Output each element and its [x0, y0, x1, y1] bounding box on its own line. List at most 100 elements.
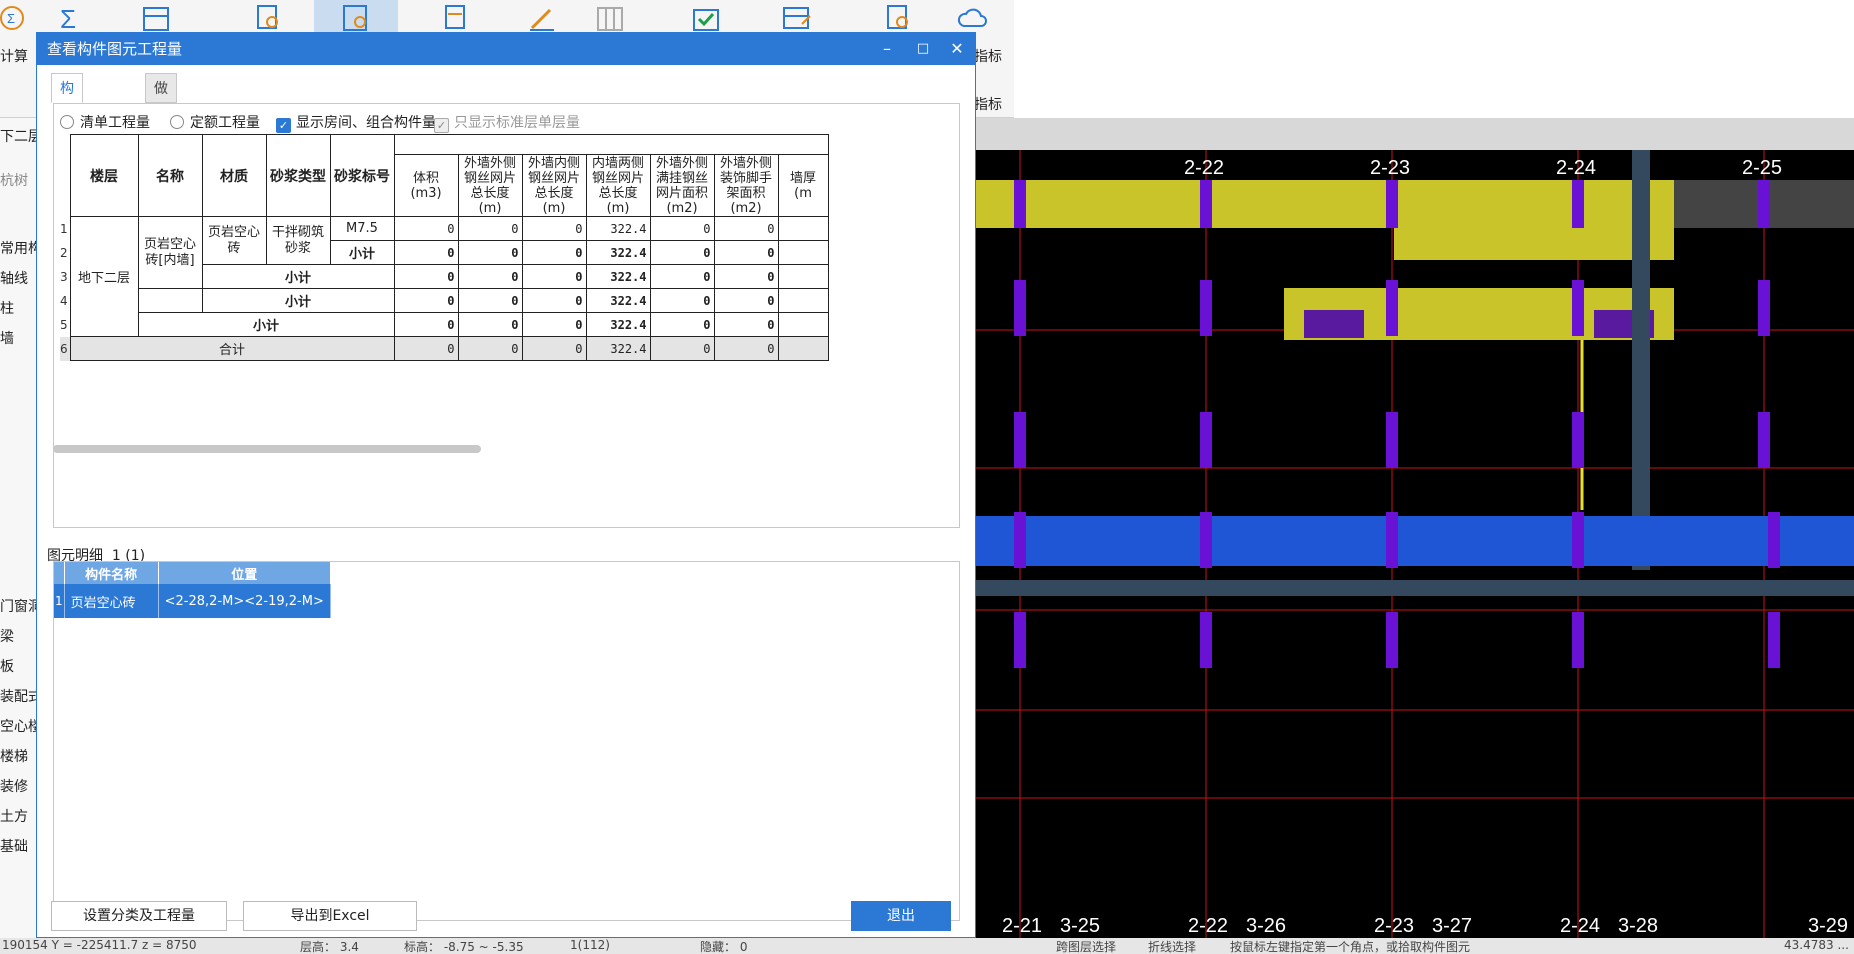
header-ext-full-mesh-area: 外墙外侧满挂钢丝网片面积(m2)	[649, 154, 715, 217]
detail-table: 构件名称 位置 1 页岩空心砖 <2-28,2-M><2-19,2-M>	[54, 562, 331, 618]
table-row-total[interactable]: 6 合计 0 0 0 322.4 0 0	[60, 336, 829, 361]
status-bar: 190154 Y = -225411.7 z = 8750 层高： 3.4 标高…	[0, 938, 1854, 954]
detail-panel: 构件名称 位置 1 页岩空心砖 <2-28,2-M><2-19,2-M>	[53, 561, 960, 921]
header-int-both-mesh: 内墙两侧钢丝网片总长度(m)	[585, 154, 651, 217]
cloud-indicator-icon[interactable]	[956, 4, 988, 32]
detail-cell-position: <2-28,2-M><2-19,2-M>	[158, 584, 331, 618]
horizontal-beam	[974, 580, 1854, 596]
indicator-label[interactable]: 指标	[974, 46, 1002, 66]
blue-wall	[974, 516, 1854, 566]
minimize-icon[interactable]: –	[869, 33, 905, 65]
canvas-header	[974, 118, 1854, 150]
cell-material: 页岩空心砖	[201, 216, 267, 265]
svg-text:Σ: Σ	[7, 11, 15, 26]
check-icon[interactable]	[690, 4, 722, 32]
checkbox-disabled-icon: ✓	[434, 118, 449, 133]
check-show-rooms[interactable]: ✓ 显示房间、组合构件量	[276, 112, 436, 133]
detail-row[interactable]: 1 页岩空心砖 <2-28,2-M><2-19,2-M>	[54, 584, 331, 618]
status-coords: 190154 Y = -225411.7 z = 8750	[2, 938, 197, 952]
nav-earthwork[interactable]: 土方	[0, 806, 28, 826]
floor-plan-drawing[interactable]: 2-22 2-23 2-24 2-25 2-21 3-25 2-22 3-26 …	[974, 150, 1854, 938]
status-right-value: 43.4783 ...	[1784, 938, 1849, 952]
horizontal-scrollbar[interactable]	[53, 445, 481, 453]
cell-floor: 地下二层	[69, 216, 139, 337]
component-quantity-icon[interactable]	[340, 4, 372, 32]
quantity-panel: 清单工程量 定额工程量 ✓ 显示房间、组合构件量 ✓ 只显示标准层单层量 楼层 名称…	[53, 103, 960, 528]
axis-label-bottom: 3-25	[1060, 915, 1100, 937]
pen-icon[interactable]	[526, 4, 558, 32]
calculate-icon[interactable]: Σ	[0, 4, 32, 32]
nav-tree-tab[interactable]: 杭树	[0, 170, 28, 190]
axis-label-top: 2-25	[1742, 157, 1782, 179]
check-std-floor-only: ✓ 只显示标准层单层量	[434, 112, 580, 133]
detail-cell-name: 页岩空心砖	[64, 584, 159, 618]
report-icon[interactable]	[140, 4, 172, 32]
axis-label-bottom: 3-29	[1808, 915, 1848, 937]
cell-subtotal: 小计	[329, 240, 395, 265]
indicator-group-label: 指标	[974, 97, 1002, 113]
maximize-icon[interactable]: □	[905, 33, 941, 65]
drawing-icon[interactable]	[440, 4, 472, 32]
status-floor-height: 层高： 3.4	[300, 940, 359, 954]
status-hidden: 隐藏： 0	[700, 940, 748, 954]
nav-column[interactable]: 柱	[0, 298, 14, 318]
drawing-canvas[interactable]: 2-22 2-23 2-24 2-25 2-21 3-25 2-22 3-26 …	[974, 150, 1854, 938]
radio-quota-quantity[interactable]: 定额工程量	[170, 112, 260, 132]
checkbox-checked-icon: ✓	[276, 118, 291, 133]
axis-label-bottom: 2-21	[1002, 915, 1042, 937]
axis-label-bottom: 2-22	[1188, 915, 1228, 937]
cell-mortar-grade: M7.5	[329, 216, 395, 241]
header-thickness: 墙厚(m	[777, 154, 829, 217]
cell-total: 合计	[69, 336, 395, 361]
axis-label-bottom: 3-27	[1432, 915, 1472, 937]
nav-foundation[interactable]: 基础	[0, 836, 28, 856]
radio-list-quantity[interactable]: 清单工程量	[60, 112, 150, 132]
dialog-titlebar[interactable]: 查看构件图元工程量 – □ ✕	[37, 33, 975, 65]
header-volume: 体积(m3)	[393, 154, 459, 217]
sum-icon[interactable]: Σ	[54, 4, 86, 32]
axis-label-top: 2-22	[1184, 157, 1224, 179]
polyline-select-button[interactable]: 折线选择	[1148, 938, 1196, 954]
table-row[interactable]: 4 小计 0 0 0 322.4 0 0	[60, 288, 829, 313]
status-elevation: 标高： -8.75 ~ -5.35	[404, 940, 524, 954]
nav-decoration[interactable]: 装修	[0, 776, 28, 796]
axis-label-top: 2-23	[1370, 157, 1410, 179]
status-hint: 按鼠标左键指定第一个角点，或拾取构件图元	[1230, 940, 1471, 954]
nav-stairs[interactable]: 楼梯	[0, 746, 28, 766]
component-quantity-dialog: 查看构件图元工程量 – □ ✕ 构件工程量 做法工程量 清单工程量 定额工程量 …	[36, 32, 976, 938]
exit-button[interactable]: 退出	[851, 901, 951, 931]
nav-wall[interactable]: 墙	[0, 328, 14, 348]
quantity-table: 楼层 名称 材质 砂浆类型 砂浆标号 体积(m3) 外墙外侧钢丝网片总长度(m)…	[60, 134, 829, 361]
close-icon[interactable]: ✕	[939, 33, 975, 65]
left-nav-panel: 下二层 杭树 常用构 轴线 柱 墙 门窗洞 梁 板 装配式 空心楼 楼梯 装修 …	[0, 118, 42, 938]
detail-header-position: 位置	[158, 562, 331, 584]
grid-icon[interactable]	[594, 4, 626, 32]
calculate-label[interactable]: 计算	[0, 46, 28, 66]
vertical-beam	[1632, 150, 1650, 570]
dialog-title: 查看构件图元工程量	[47, 40, 183, 58]
status-selection: 1(112)	[570, 938, 610, 952]
nav-axis[interactable]: 轴线	[0, 268, 28, 288]
tab-method-quantity[interactable]: 做法工程量	[145, 73, 177, 217]
radio-icon	[170, 115, 184, 129]
nav-slab[interactable]: 板	[0, 656, 14, 676]
export-excel-button[interactable]: 导出到Excel	[243, 901, 417, 931]
header-name: 名称	[137, 134, 203, 217]
table-row[interactable]: 1 地下二层 页岩空心砖[内墙] 页岩空心砖 干拌砌筑砂浆 M7.5 0 0 0 32…	[60, 216, 829, 337]
settings-button[interactable]: 设置分类及工程量	[51, 901, 227, 931]
nav-beam[interactable]: 梁	[0, 626, 14, 646]
cell-subtotal: 小计	[201, 264, 395, 289]
header-mortar-type: 砂浆类型	[265, 134, 331, 217]
header-ext-inner-mesh: 外墙内侧钢丝网片总长度(m)	[521, 154, 587, 217]
document-search-icon[interactable]	[882, 4, 914, 32]
query-icon[interactable]	[252, 4, 284, 32]
tab-component-quantity[interactable]: 构件工程量	[51, 73, 83, 217]
header-ext-outer-mesh: 外墙外侧钢丝网片总长度(m)	[457, 154, 523, 217]
cell-mortar-type: 干拌砌筑砂浆	[265, 216, 331, 265]
axis-label-bottom: 3-28	[1618, 915, 1658, 937]
svg-text:Σ: Σ	[60, 4, 76, 32]
header-ext-scaffold-area: 外墙外侧装饰脚手架面积(m2)	[713, 154, 779, 217]
table-edit-icon[interactable]	[780, 4, 812, 32]
table-row[interactable]: 5 小计 0 0 0 322.4 0 0	[60, 312, 829, 337]
cross-layer-select-button[interactable]: 跨图层选择	[1056, 938, 1116, 954]
